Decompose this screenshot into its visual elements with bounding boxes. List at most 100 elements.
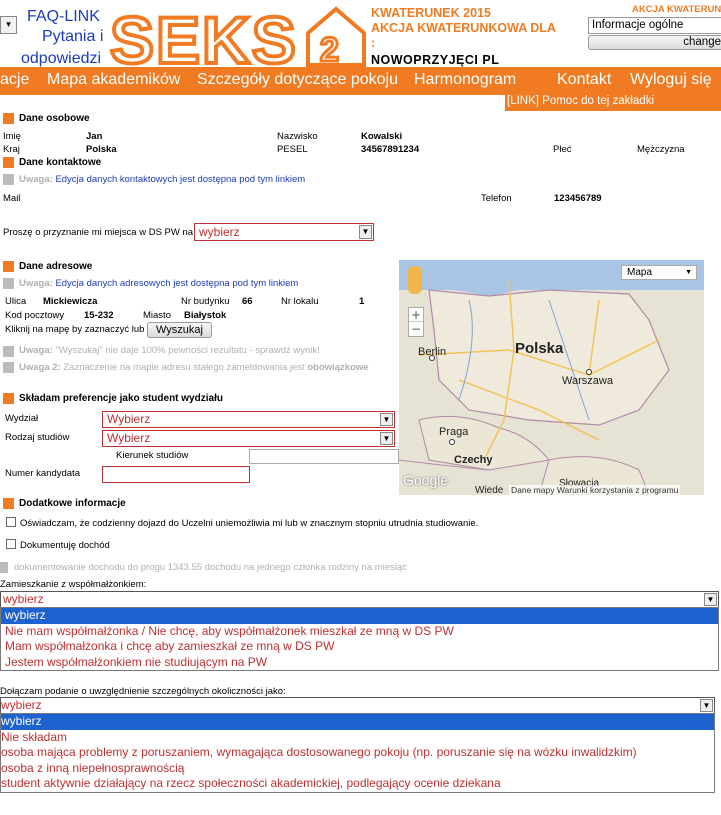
special-option[interactable]: osoba z inną niepełnosprawnością <box>1 761 714 777</box>
spouse-option[interactable]: Jestem współmałżonkiem nie studiującym n… <box>1 655 718 671</box>
flat-value: 1 <box>359 296 365 307</box>
faq-link[interactable]: FAQ-LINK <box>27 8 100 26</box>
street-view-pegman-icon[interactable] <box>408 266 422 294</box>
map-label-city: Berlin <box>418 346 447 358</box>
dorm-request-label: Proszę o przyznanie mi miejsca w DS PW n… <box>3 227 194 238</box>
special-option[interactable]: osoba mająca problemy z poruszaniem, wym… <box>1 745 714 761</box>
info-select[interactable]: Informacje ogólne <box>588 17 721 34</box>
mail-label: Mail <box>3 193 21 204</box>
map-type-value: Mapa <box>627 267 653 278</box>
map-label-city: Warszawa <box>562 375 613 387</box>
spouse-option[interactable]: Mam współmałżonka i chcę aby zamieszkał … <box>1 639 718 655</box>
section-marker <box>3 157 14 168</box>
warning-prefix: Uwaga 2: <box>19 362 61 373</box>
building-value: 66 <box>242 296 253 307</box>
warning-prefix: Uwaga: <box>19 174 53 185</box>
warning-marker <box>3 278 14 289</box>
help-link[interactable]: [LINK] Pomoc do tej zakładki <box>507 95 654 107</box>
flat-label: Nr lokalu <box>281 296 319 307</box>
map-click-hint: Kliknij na mapę by zaznaczyć lub <box>5 324 145 335</box>
section-marker <box>3 113 14 124</box>
warning-marker <box>3 174 14 185</box>
faq-link-line3[interactable]: odpowiedzi <box>21 50 101 68</box>
gender-label: Płeć <box>553 144 572 155</box>
city-value: Białystok <box>184 310 227 321</box>
section-marker <box>3 261 14 272</box>
map-canvas[interactable] <box>399 260 704 495</box>
postal-code-label: Kod pocztowy <box>5 310 65 321</box>
map-footer[interactable]: Dane mapy Warunki korzystania z programu <box>509 485 681 495</box>
income-checkbox[interactable] <box>6 539 16 549</box>
faculty-select[interactable]: Wybierz ▼ <box>102 411 395 428</box>
study-type-value: Wybierz <box>107 431 151 445</box>
campaign-info: KWATERUNEK 2015 AKCJA KWATERUNKOWA DLA : <box>371 6 556 51</box>
svg-text:2: 2 <box>320 31 339 69</box>
dorm-request-value: wybierz <box>199 225 240 239</box>
building-label: Nr budynku <box>181 296 230 307</box>
language-select[interactable]: ▾ <box>0 16 17 34</box>
campaign-line2: AKCJA KWATERUNKOWA DLA <box>371 21 556 35</box>
map-label-country: Czechy <box>454 454 493 466</box>
google-logo: Google <box>403 472 449 488</box>
postal-code-value: 15-232 <box>84 310 114 321</box>
map-label-city: Wiede <box>475 485 504 495</box>
search-button[interactable]: Wyszukaj <box>147 322 212 338</box>
map-warning-text: Zaznaczenie na mapie adresu stałego zame… <box>63 362 305 373</box>
map-label-country: Polska <box>515 340 564 357</box>
chevron-down-icon: ▼ <box>685 269 692 276</box>
section-marker <box>3 498 14 509</box>
faculty-value: Wybierz <box>107 412 151 426</box>
spouse-option[interactable]: wybierz <box>1 608 718 624</box>
spouse-select[interactable]: wybierz ▼ <box>0 591 719 608</box>
nav-item-dorm-map[interactable]: Mapa akademików <box>47 71 180 89</box>
last-name-value: Kowalski <box>361 131 403 142</box>
zoom-out-icon[interactable]: − <box>409 322 423 336</box>
contact-warning: Uwaga: Edycja danych kontaktowych jest d… <box>19 174 305 185</box>
income-label: Dokumentuję dochód <box>20 540 110 551</box>
first-name-label: Imię <box>3 131 21 142</box>
warning-marker <box>0 562 8 573</box>
nav-item-contact[interactable]: Kontakt <box>557 71 611 89</box>
contact-edit-link[interactable]: Edycja danych kontaktowych jest dostępna… <box>55 174 305 185</box>
special-option[interactable]: Nie składam <box>1 730 714 746</box>
faculty-label: Wydział <box>5 413 39 424</box>
field-of-study-label: Kierunek studiów <box>116 450 189 461</box>
special-circumstances-select[interactable]: wybierz ▼ <box>0 697 715 714</box>
special-option[interactable]: student aktywnie działający na rzecz spo… <box>1 776 714 792</box>
search-warning: Uwaga: "Wyszukaj" nie daje 100% pewności… <box>19 345 320 356</box>
nav-item-applications[interactable]: acje <box>0 71 29 89</box>
nav-item-logout[interactable]: Wyloguj się <box>630 71 712 89</box>
special-circumstances-options: wybierz Nie składam osoba mająca problem… <box>0 713 715 793</box>
chevron-down-icon: ▼ <box>380 413 393 426</box>
chevron-down-icon: ▼ <box>359 225 372 239</box>
campaign-line3: : <box>371 36 376 50</box>
spouse-label: Zamieszkanie z współmałżonkiem: <box>0 579 147 590</box>
phone-value: 123456789 <box>554 193 602 204</box>
street-label: Ulica <box>5 296 27 307</box>
special-circumstances-value: wybierz <box>1 698 42 712</box>
commute-checkbox[interactable] <box>6 517 16 527</box>
warning-marker <box>3 362 14 373</box>
chevron-down-icon: ▼ <box>380 432 393 445</box>
change-button[interactable]: change <box>588 35 721 50</box>
faq-link-line2[interactable]: Pytania i <box>42 28 103 46</box>
address-map[interactable]: Polska Berlin Warszawa Praga Czechy Słow… <box>399 260 704 495</box>
extra-section-title: Dodatkowe informacje <box>19 498 126 509</box>
nav-item-schedule[interactable]: Harmonogram <box>414 71 516 89</box>
field-of-study-input[interactable] <box>249 449 399 464</box>
spouse-option[interactable]: Nie mam współmałżonka / Nie chcę, aby ws… <box>1 624 718 640</box>
spouse-options: wybierz Nie mam współmałżonka / Nie chcę… <box>0 607 719 671</box>
seks-logo: SEKS 2 <box>108 3 366 69</box>
zoom-control: + − <box>408 307 424 337</box>
special-circumstances-label: Dołączam podanie o uwzględnienie szczegó… <box>0 686 286 697</box>
contact-section-title: Dane kontaktowe <box>19 157 102 168</box>
dorm-request-select[interactable]: wybierz ▼ <box>194 223 374 241</box>
study-type-select[interactable]: Wybierz ▼ <box>102 430 395 447</box>
candidate-number-label: Numer kandydata <box>5 468 80 479</box>
candidate-number-input[interactable] <box>102 466 250 483</box>
special-option[interactable]: wybierz <box>1 714 714 730</box>
nav-item-room-details[interactable]: Szczegóły dotyczące pokoju <box>197 71 398 89</box>
address-edit-link[interactable]: Edycja danych adresowych jest dostępna p… <box>55 278 298 289</box>
zoom-in-icon[interactable]: + <box>409 308 423 322</box>
map-type-select[interactable]: Mapa ▼ <box>621 265 697 280</box>
